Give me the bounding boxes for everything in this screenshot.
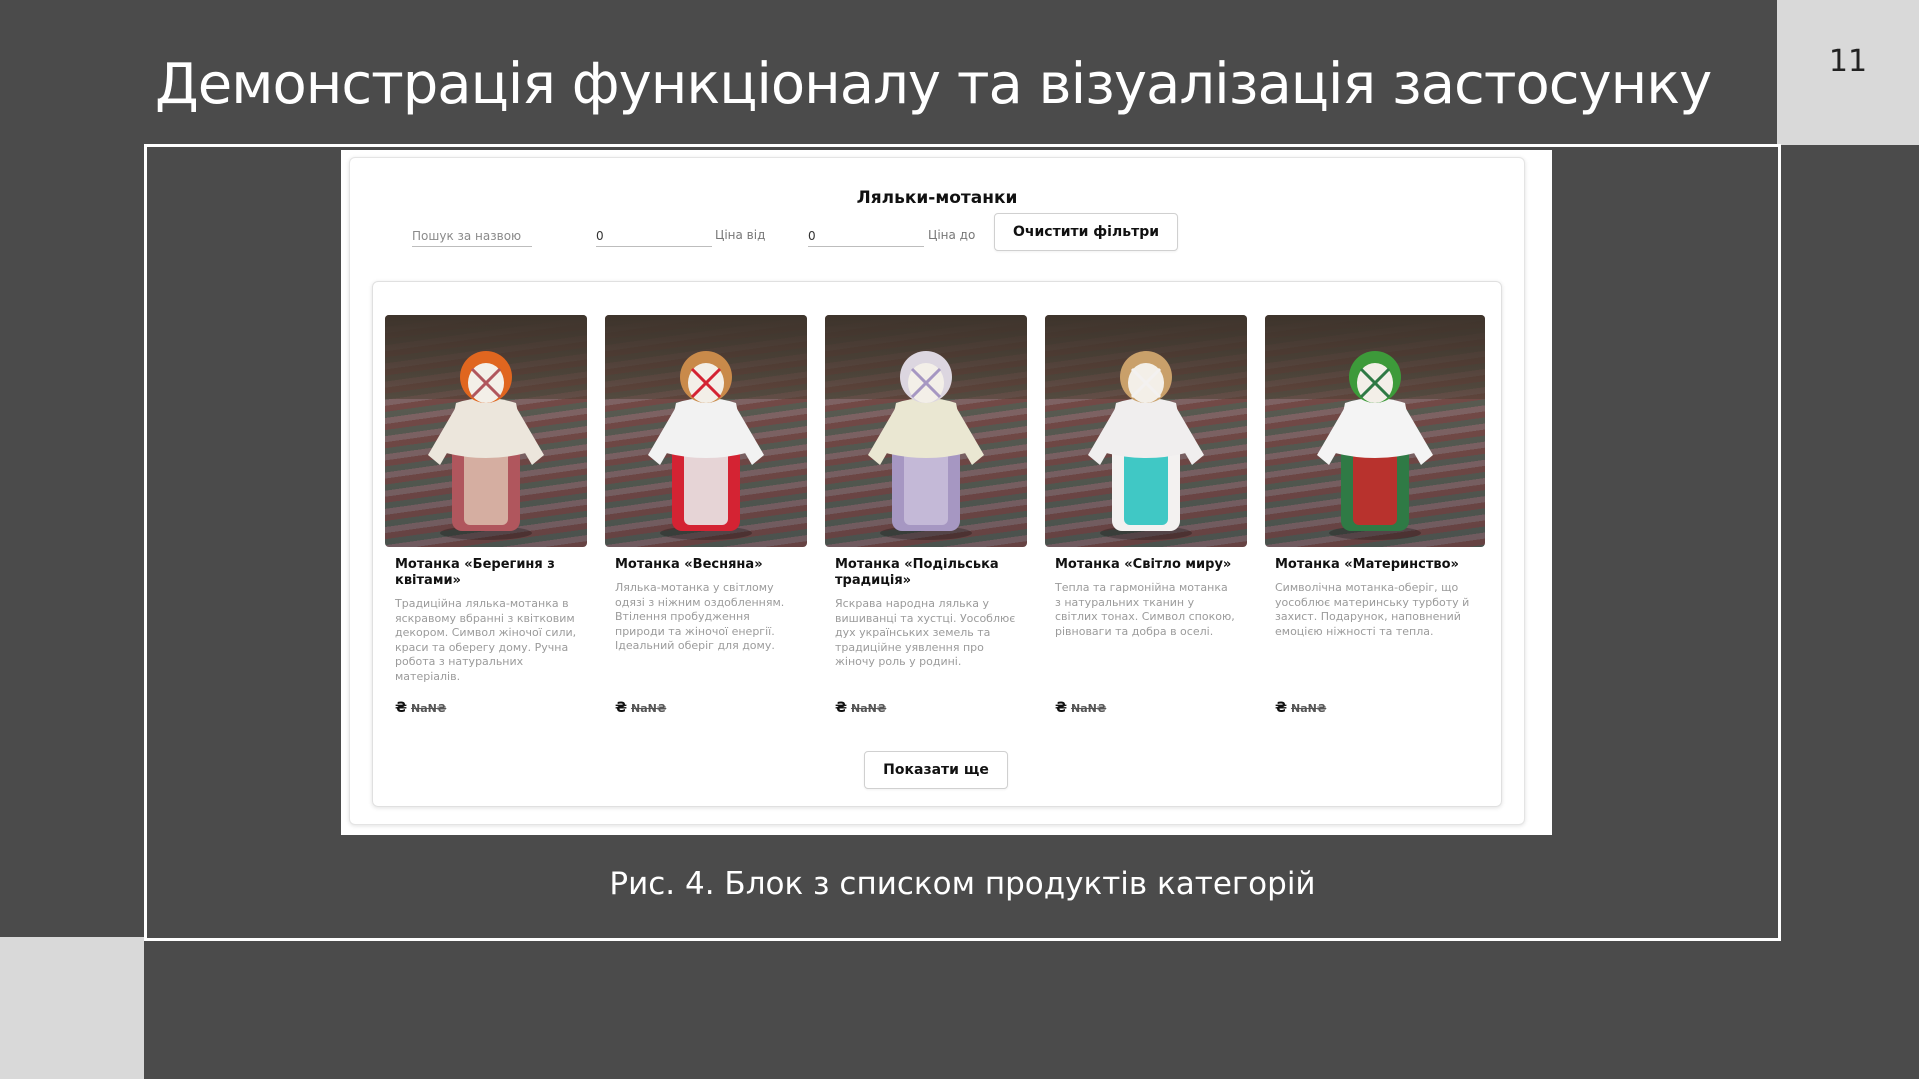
product-name[interactable]: Мотанка «Світло миру»	[1055, 557, 1237, 573]
search-input[interactable]	[412, 228, 532, 247]
product-name[interactable]: Мотанка «Материнство»	[1275, 557, 1475, 573]
slide-number: 11	[1828, 44, 1868, 79]
product-price: ₴ NaN₴	[395, 700, 446, 716]
price-to-input[interactable]	[808, 228, 924, 247]
product-photo[interactable]	[1265, 315, 1485, 547]
app-screenshot: Ляльки-мотанки Ціна від Ціна до Очистити…	[341, 150, 1552, 835]
product-card[interactable]: Мотанка «Весняна» Лялька-мотанка у світл…	[605, 315, 807, 716]
product-grid: Мотанка «Берегиня з квітами» Традиційна …	[385, 315, 1485, 716]
doll-illustration	[1317, 351, 1433, 540]
product-photo[interactable]	[1045, 315, 1247, 547]
product-description: Символічна мотанка-оберіг, що уособлює м…	[1275, 581, 1470, 638]
product-name[interactable]: Мотанка «Весняна»	[615, 557, 797, 573]
product-price: ₴ NaN₴	[1055, 700, 1106, 716]
hryvnia-icon: ₴	[395, 700, 408, 716]
product-price: ₴ NaN₴	[835, 700, 886, 716]
clear-filters-button[interactable]: Очистити фільтри	[994, 213, 1178, 251]
product-card[interactable]: Мотанка «Подільська традиція» Яскрава на…	[825, 315, 1027, 716]
product-price: ₴ NaN₴	[1275, 700, 1326, 716]
product-photo[interactable]	[385, 315, 587, 547]
price-value: NaN₴	[851, 701, 887, 715]
doll-illustration	[868, 351, 984, 540]
doll-illustration	[428, 351, 544, 540]
price-from-label: Ціна від	[715, 228, 766, 242]
price-value: NaN₴	[1291, 701, 1327, 715]
doll-illustration	[1088, 351, 1204, 540]
hryvnia-icon: ₴	[1275, 700, 1288, 716]
figure-caption: Рис. 4. Блок з списком продуктів категор…	[609, 866, 1316, 902]
product-photo[interactable]	[605, 315, 807, 547]
product-card[interactable]: Мотанка «Берегиня з квітами» Традиційна …	[385, 315, 587, 716]
product-description: Лялька-мотанка у світлому одязі з ніжним…	[615, 581, 785, 652]
corner-block-bottom-left	[0, 937, 144, 1079]
product-description: Яскрава народна лялька у вишиванці та ху…	[835, 597, 1016, 668]
hryvnia-icon: ₴	[1055, 700, 1068, 716]
product-card[interactable]: Мотанка «Материнство» Символічна мотанка…	[1265, 315, 1485, 716]
product-card[interactable]: Мотанка «Світло миру» Тепла та гармонійн…	[1045, 315, 1247, 716]
price-value: NaN₴	[411, 701, 447, 715]
product-name[interactable]: Мотанка «Берегиня з квітами»	[395, 557, 577, 589]
product-description: Тепла та гармонійна мотанка з натуральни…	[1055, 581, 1235, 638]
price-from-input[interactable]	[596, 228, 712, 247]
show-more-button[interactable]: Показати ще	[864, 751, 1008, 789]
price-to-label: Ціна до	[928, 228, 976, 242]
hryvnia-icon: ₴	[835, 700, 848, 716]
product-price: ₴ NaN₴	[615, 700, 666, 716]
slide-title: Демонстрація функціоналу та візуалізація…	[155, 52, 1712, 117]
product-photo[interactable]	[825, 315, 1027, 547]
category-heading: Ляльки-мотанки	[856, 188, 1018, 208]
price-value: NaN₴	[631, 701, 667, 715]
products-box: Мотанка «Берегиня з квітами» Традиційна …	[372, 281, 1502, 807]
product-name[interactable]: Мотанка «Подільська традиція»	[835, 557, 1017, 589]
doll-illustration	[648, 351, 764, 540]
catalog-card: Ляльки-мотанки Ціна від Ціна до Очистити…	[349, 157, 1525, 825]
product-description: Традиційна лялька-мотанка в яскравому вб…	[395, 597, 577, 683]
hryvnia-icon: ₴	[615, 700, 628, 716]
price-value: NaN₴	[1071, 701, 1107, 715]
